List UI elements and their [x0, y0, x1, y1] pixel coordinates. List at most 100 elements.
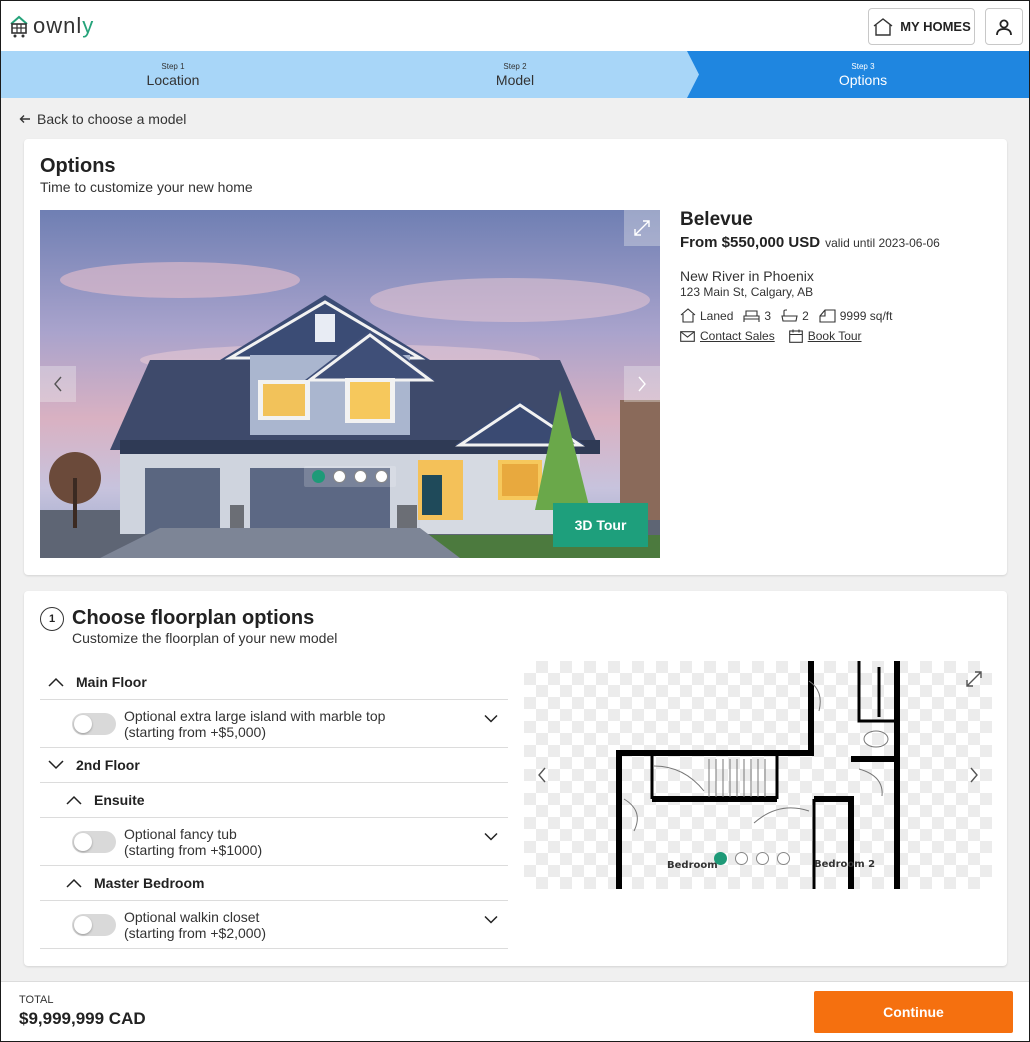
step-model[interactable]: Step 2 Model [415, 51, 615, 98]
bed-icon [743, 309, 760, 322]
total-value: $9,999,999 CAD [19, 1009, 146, 1028]
floorplan-next-button[interactable] [956, 757, 992, 793]
chevron-up-icon [66, 878, 82, 888]
toggle-knob [74, 714, 92, 733]
expand-icon [634, 220, 650, 236]
area-feature: 9999 sq/ft [819, 308, 893, 323]
3d-tour-button[interactable]: 3D Tour [553, 503, 648, 547]
subsection-master-bedroom[interactable]: Master Bedroom [40, 866, 508, 901]
arrow-left-icon [19, 115, 30, 123]
carousel-dot[interactable] [777, 852, 790, 865]
option-title: Optional extra large island with marble … [124, 707, 386, 724]
carousel-dot[interactable] [354, 470, 367, 483]
home-actions: Contact Sales Book Tour [680, 329, 1000, 343]
chevron-down-icon[interactable] [484, 714, 498, 723]
total-label: TOTAL [19, 994, 54, 1006]
photo-next-button[interactable] [624, 366, 660, 402]
carousel-dot[interactable] [735, 852, 748, 865]
logo[interactable]: ownly [9, 13, 94, 39]
option-closet: Optional walkin closet (starting from +$… [40, 901, 508, 949]
chevron-left-icon [538, 767, 546, 783]
step-2-number: Step 2 [503, 62, 527, 71]
contact-sales-label: Contact Sales [700, 329, 775, 343]
my-homes-button[interactable]: MY HOMES [868, 8, 975, 45]
subsection-ensuite[interactable]: Ensuite [40, 783, 508, 818]
carousel-dot[interactable] [714, 852, 727, 865]
option-title: Optional walkin closet [124, 908, 260, 925]
total-footer: TOTAL $9,999,999 CAD Continue [1, 981, 1029, 1041]
book-tour-label: Book Tour [807, 329, 862, 343]
section-main-floor[interactable]: Main Floor [40, 665, 508, 700]
section-label: Main Floor [76, 674, 147, 690]
step-progress: Step 1 Location Step 2 Model Step 3 Opti… [1, 51, 1029, 98]
area-value: 9999 sq/ft [839, 308, 893, 323]
floorplan-prev-button[interactable] [524, 757, 560, 793]
contact-sales-link[interactable]: Contact Sales [680, 329, 775, 343]
expand-icon [966, 671, 982, 687]
option-price: (starting from +$1000) [124, 841, 263, 858]
logo-text-accent: y [82, 13, 95, 38]
tub-toggle[interactable] [72, 830, 116, 853]
step-location[interactable]: Step 1 Location [73, 51, 273, 98]
model-price: From $550,000 USD [680, 234, 821, 251]
baths-value: 2 [802, 308, 809, 323]
subsection-label: Ensuite [94, 792, 145, 808]
chevron-up-icon [66, 795, 82, 805]
back-link[interactable]: Back to choose a model [19, 111, 186, 127]
options-subtitle: Time to customize your new home [40, 179, 253, 195]
carousel-dot[interactable] [333, 470, 346, 483]
island-toggle[interactable] [72, 712, 116, 735]
photo-prev-button[interactable] [40, 366, 76, 402]
option-price: (starting from +$5,000) [124, 723, 267, 740]
book-tour-link[interactable]: Book Tour [788, 329, 862, 343]
my-homes-label: MY HOMES [900, 19, 971, 34]
continue-button[interactable]: Continue [814, 991, 1013, 1033]
home-features: Laned 3 2 9999 sq/ft [680, 308, 1000, 323]
house-icon [873, 17, 893, 36]
chevron-right-icon [970, 767, 978, 783]
step-1-number: Step 1 [161, 62, 185, 71]
chevron-down-icon [48, 760, 64, 770]
chevron-down-icon[interactable] [484, 915, 498, 924]
logo-text: ownly [33, 13, 94, 39]
carousel-dot[interactable] [375, 470, 388, 483]
price-line: From $550,000 USD valid until 2023-06-06 [680, 234, 1000, 251]
home-photo-carousel: 3D Tour [40, 210, 660, 558]
community-name: New River in Phoenix [680, 268, 814, 284]
lot-type-value: Laned [700, 308, 734, 323]
user-icon [996, 19, 1012, 35]
options-card: Options Time to customize your new home [24, 139, 1007, 575]
options-title: Options [40, 155, 116, 177]
floorplan-options-card: 1 Choose floorplan options Customize the… [24, 591, 1007, 966]
carousel-dot[interactable] [756, 852, 769, 865]
chevron-right-icon [638, 376, 646, 392]
bedroom-label: Bedroom [667, 860, 718, 871]
carousel-dot[interactable] [312, 470, 325, 483]
bathtub-icon [781, 308, 798, 322]
chevron-left-icon [54, 376, 62, 392]
photo-carousel-dots [304, 466, 396, 487]
home-info: Belevue From $550,000 USD valid until 20… [680, 209, 1000, 343]
expand-photo-button[interactable] [624, 210, 660, 246]
chevron-down-icon[interactable] [484, 832, 498, 841]
floorplan-carousel-dots [714, 852, 790, 865]
option-island: Optional extra large island with marble … [40, 700, 508, 748]
floorplan-title: Choose floorplan options [72, 607, 315, 629]
section-number: 1 [40, 607, 64, 631]
top-bar: ownly MY HOMES [1, 1, 1029, 51]
option-text: Optional extra large island with marble … [124, 708, 385, 740]
account-button[interactable] [985, 8, 1023, 45]
app-frame: ownly MY HOMES Step 1 Location Step 2 Mo… [0, 0, 1030, 1042]
floorplan-option-list: Main Floor Optional extra large island w… [40, 665, 508, 949]
expand-floorplan-button[interactable] [956, 661, 992, 697]
step-2-label: Model [495, 72, 535, 88]
section-second-floor[interactable]: 2nd Floor [40, 748, 508, 783]
closet-toggle[interactable] [72, 913, 116, 936]
floorplan-subtitle: Customize the floorplan of your new mode… [72, 630, 338, 646]
option-tub: Optional fancy tub (starting from +$1000… [40, 818, 508, 866]
option-text: Optional walkin closet (starting from +$… [124, 909, 266, 941]
calendar-icon [788, 329, 803, 343]
option-text: Optional fancy tub (starting from +$1000… [124, 826, 262, 858]
section-label: 2nd Floor [76, 757, 140, 773]
step-options[interactable]: Step 3 Options [763, 51, 963, 98]
